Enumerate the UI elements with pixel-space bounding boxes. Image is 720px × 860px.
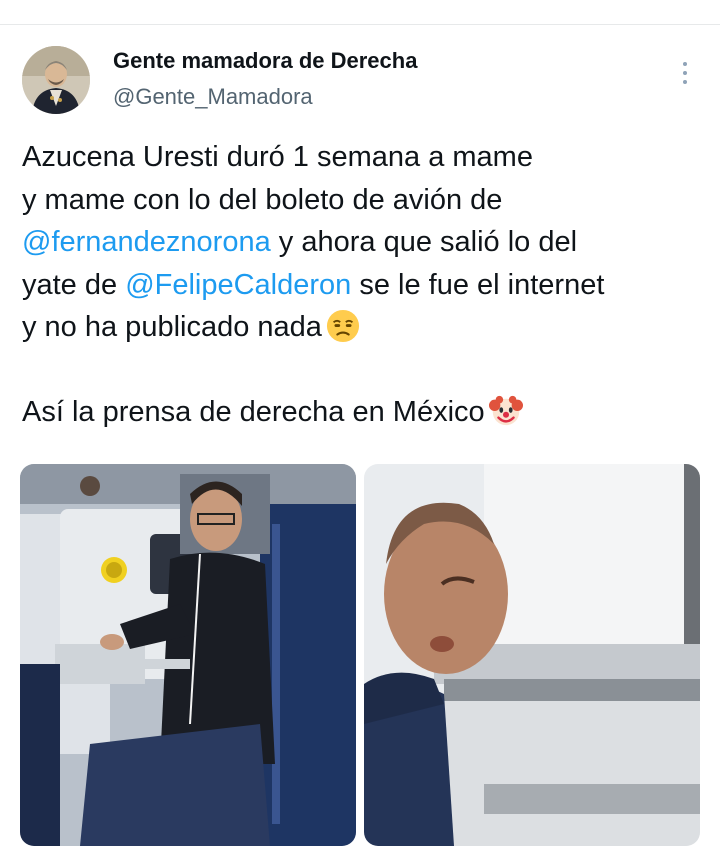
photo-man-on-yacht-image (364, 464, 700, 846)
tweet-line-3-text: y ahora que salió lo del (270, 226, 578, 258)
tweet-line-5-text: y no ha publicado nada (22, 311, 322, 343)
tweet-line-5: y no ha publicado nada (22, 306, 702, 349)
tweet-line-2: y mame con lo del boleto de avión de (22, 183, 503, 216)
tweet-text: Azucena Uresti duró 1 semana a mame y ma… (22, 136, 702, 434)
unamused-face-icon (326, 309, 359, 343)
portrait-avatar-icon (22, 46, 90, 114)
tweet-line-6: Así la prensa de derecha en México (22, 391, 702, 434)
clown-face-icon (488, 395, 523, 426)
mention-link-felipecalderon[interactable]: @FelipeCalderon (125, 269, 351, 301)
photo-airplane-seat[interactable] (20, 464, 356, 846)
tweet-line-4: yate de @FelipeCalderon se le fue el int… (22, 264, 702, 307)
photo-airplane-seat-image (20, 464, 356, 846)
tweet-blank-line (22, 349, 702, 392)
user-handle[interactable]: @Gente_Mamadora (113, 84, 313, 110)
more-vertical-icon[interactable] (675, 62, 695, 88)
tweet-line-4-text-b: se le fue el internet (351, 268, 605, 301)
top-divider (0, 24, 720, 25)
photo-man-on-yacht[interactable] (364, 464, 700, 846)
tweet-line-3: @fernandeznorona y ahora que salió lo de… (22, 221, 702, 264)
display-name[interactable]: Gente mamadora de Derecha (113, 48, 417, 74)
tweet-line-4-text-a: yate de (22, 268, 126, 301)
mention-link-fernandeznorona[interactable]: @fernandeznorona (22, 226, 271, 258)
tweet-line-1: Azucena Uresti duró 1 semana a mame (22, 141, 533, 173)
author-avatar[interactable] (22, 46, 90, 114)
tweet-line-6-text: Así la prensa de derecha en México (22, 396, 485, 428)
